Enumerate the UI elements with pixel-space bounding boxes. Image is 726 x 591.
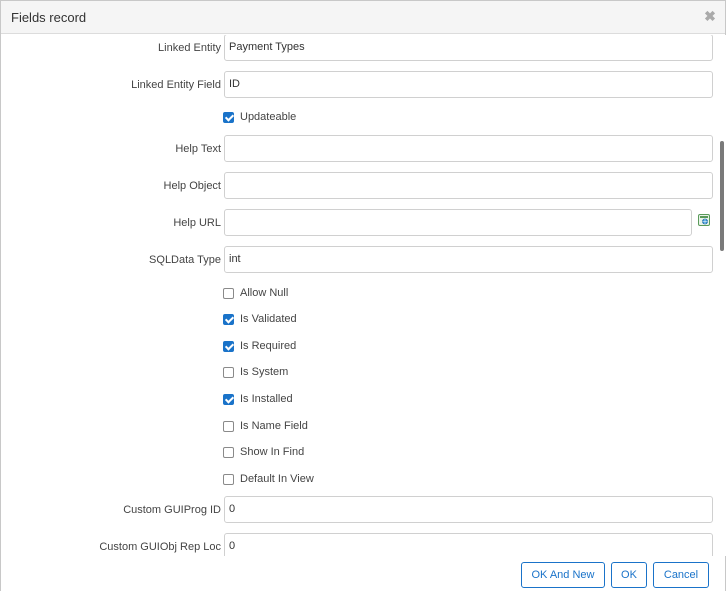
help-object-label: Help Object	[163, 180, 221, 192]
is-name-field-checkbox-box[interactable]	[223, 421, 234, 432]
sqldata-type-label: SQLData Type	[149, 254, 221, 266]
custom-guiobj-rep-loc-field[interactable]: 0	[224, 533, 713, 556]
dialog-titlebar: Fields record ✖	[1, 1, 725, 34]
is-required-label: Is Required	[240, 340, 297, 352]
open-url-icon[interactable]	[698, 214, 710, 226]
custom-guiobj-rep-loc-label: Custom GUIObj Rep Loc	[99, 541, 221, 553]
default-in-view-label: Default In View	[240, 473, 314, 485]
show-in-find-checkbox-box[interactable]	[223, 447, 234, 458]
scrollbar-thumb[interactable]	[720, 141, 724, 251]
is-installed-label: Is Installed	[240, 393, 293, 405]
sqldata-type-field[interactable]: int	[224, 246, 713, 273]
help-text-field[interactable]	[224, 135, 713, 162]
allow-null-checkbox-box[interactable]	[223, 288, 234, 299]
linked-entity-field-label: Linked Entity Field	[131, 79, 221, 91]
help-url-field[interactable]	[224, 209, 692, 236]
custom-guiprog-id-label: Custom GUIProg ID	[123, 504, 221, 516]
help-text-label: Help Text	[175, 143, 221, 155]
updateable-label: Updateable	[240, 111, 297, 123]
ok-and-new-button[interactable]: OK And New	[521, 562, 605, 588]
content-scrollbar[interactable]	[718, 35, 726, 556]
linked-entity-field-input[interactable]: ID	[224, 71, 713, 98]
dialog-content: Linked Entity Payment Types Linked Entit…	[1, 35, 717, 556]
allow-null-label: Allow Null	[240, 287, 289, 299]
fields-record-dialog: Fields record ✖ Linked Entity Payment Ty…	[0, 0, 726, 591]
show-in-find-label: Show In Find	[240, 446, 305, 458]
is-required-checkbox-box[interactable]	[223, 341, 234, 352]
linked-entity-field[interactable]: Payment Types	[224, 35, 713, 61]
is-validated-label: Is Validated	[240, 313, 297, 325]
close-icon[interactable]: ✖	[704, 9, 716, 23]
is-validated-checkbox-box[interactable]	[223, 314, 234, 325]
is-system-checkbox-box[interactable]	[223, 367, 234, 378]
updateable-checkbox-box[interactable]	[223, 112, 234, 123]
default-in-view-checkbox-box[interactable]	[223, 474, 234, 485]
ok-button[interactable]: OK	[611, 562, 647, 588]
linked-entity-label: Linked Entity	[158, 42, 221, 54]
dialog-title: Fields record	[11, 10, 87, 25]
help-object-field[interactable]	[224, 172, 713, 199]
cancel-button[interactable]: Cancel	[653, 562, 709, 588]
is-installed-checkbox-box[interactable]	[223, 394, 234, 405]
is-system-label: Is System	[240, 366, 289, 378]
dialog-footer: OK And New OK Cancel	[1, 557, 725, 591]
custom-guiprog-id-field[interactable]: 0	[224, 496, 713, 523]
help-url-label: Help URL	[173, 217, 221, 229]
is-name-field-label: Is Name Field	[240, 420, 308, 432]
